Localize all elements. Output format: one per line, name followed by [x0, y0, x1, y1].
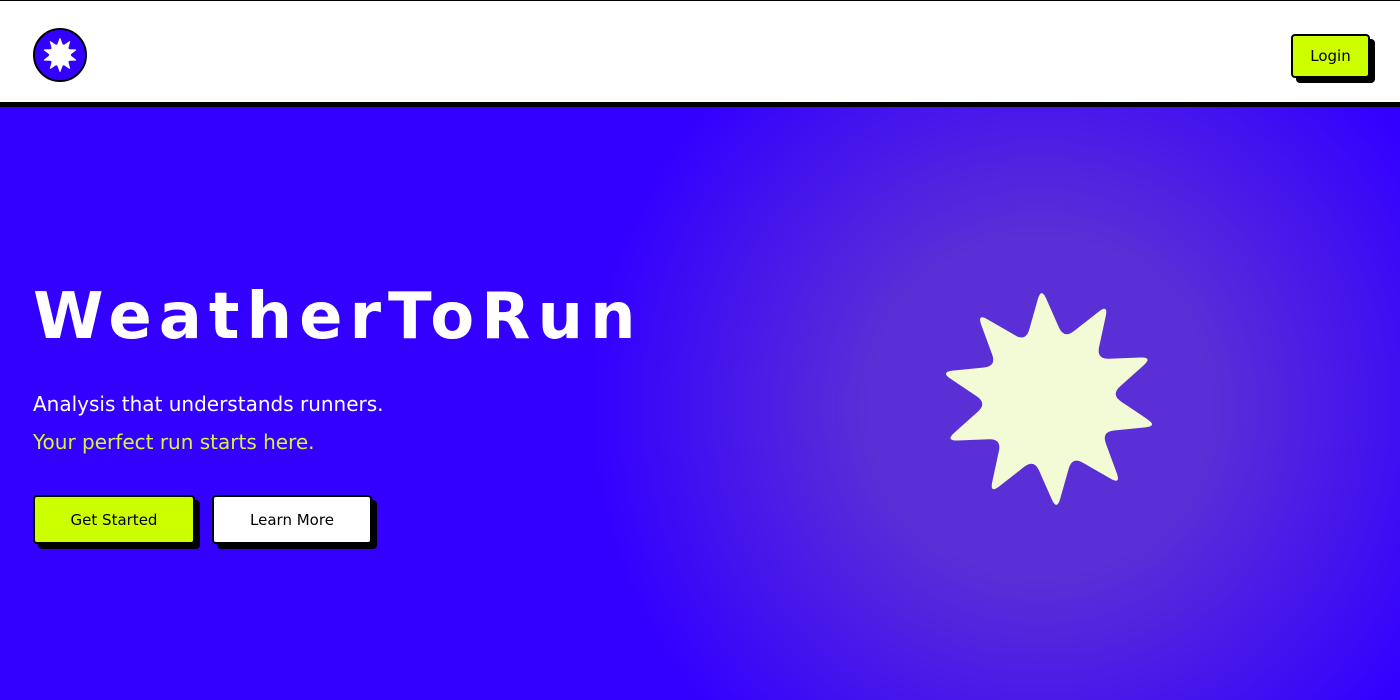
logo[interactable]: [33, 28, 87, 82]
hero-tagline: Your perfect run starts here.: [33, 430, 315, 454]
asterisk-flower-icon: [946, 293, 1152, 505]
top-nav-bar: Login: [0, 0, 1400, 107]
get-started-button[interactable]: Get Started: [33, 495, 195, 544]
hero-subtitle: Analysis that understands runners.: [33, 392, 384, 416]
login-button[interactable]: Login: [1291, 34, 1370, 78]
learn-more-button[interactable]: Learn More: [212, 495, 372, 544]
hero-title: WeatherToRun: [33, 280, 643, 354]
hero-section: WeatherToRun Analysis that understands r…: [0, 107, 1400, 700]
asterisk-flower-icon: [35, 30, 85, 80]
